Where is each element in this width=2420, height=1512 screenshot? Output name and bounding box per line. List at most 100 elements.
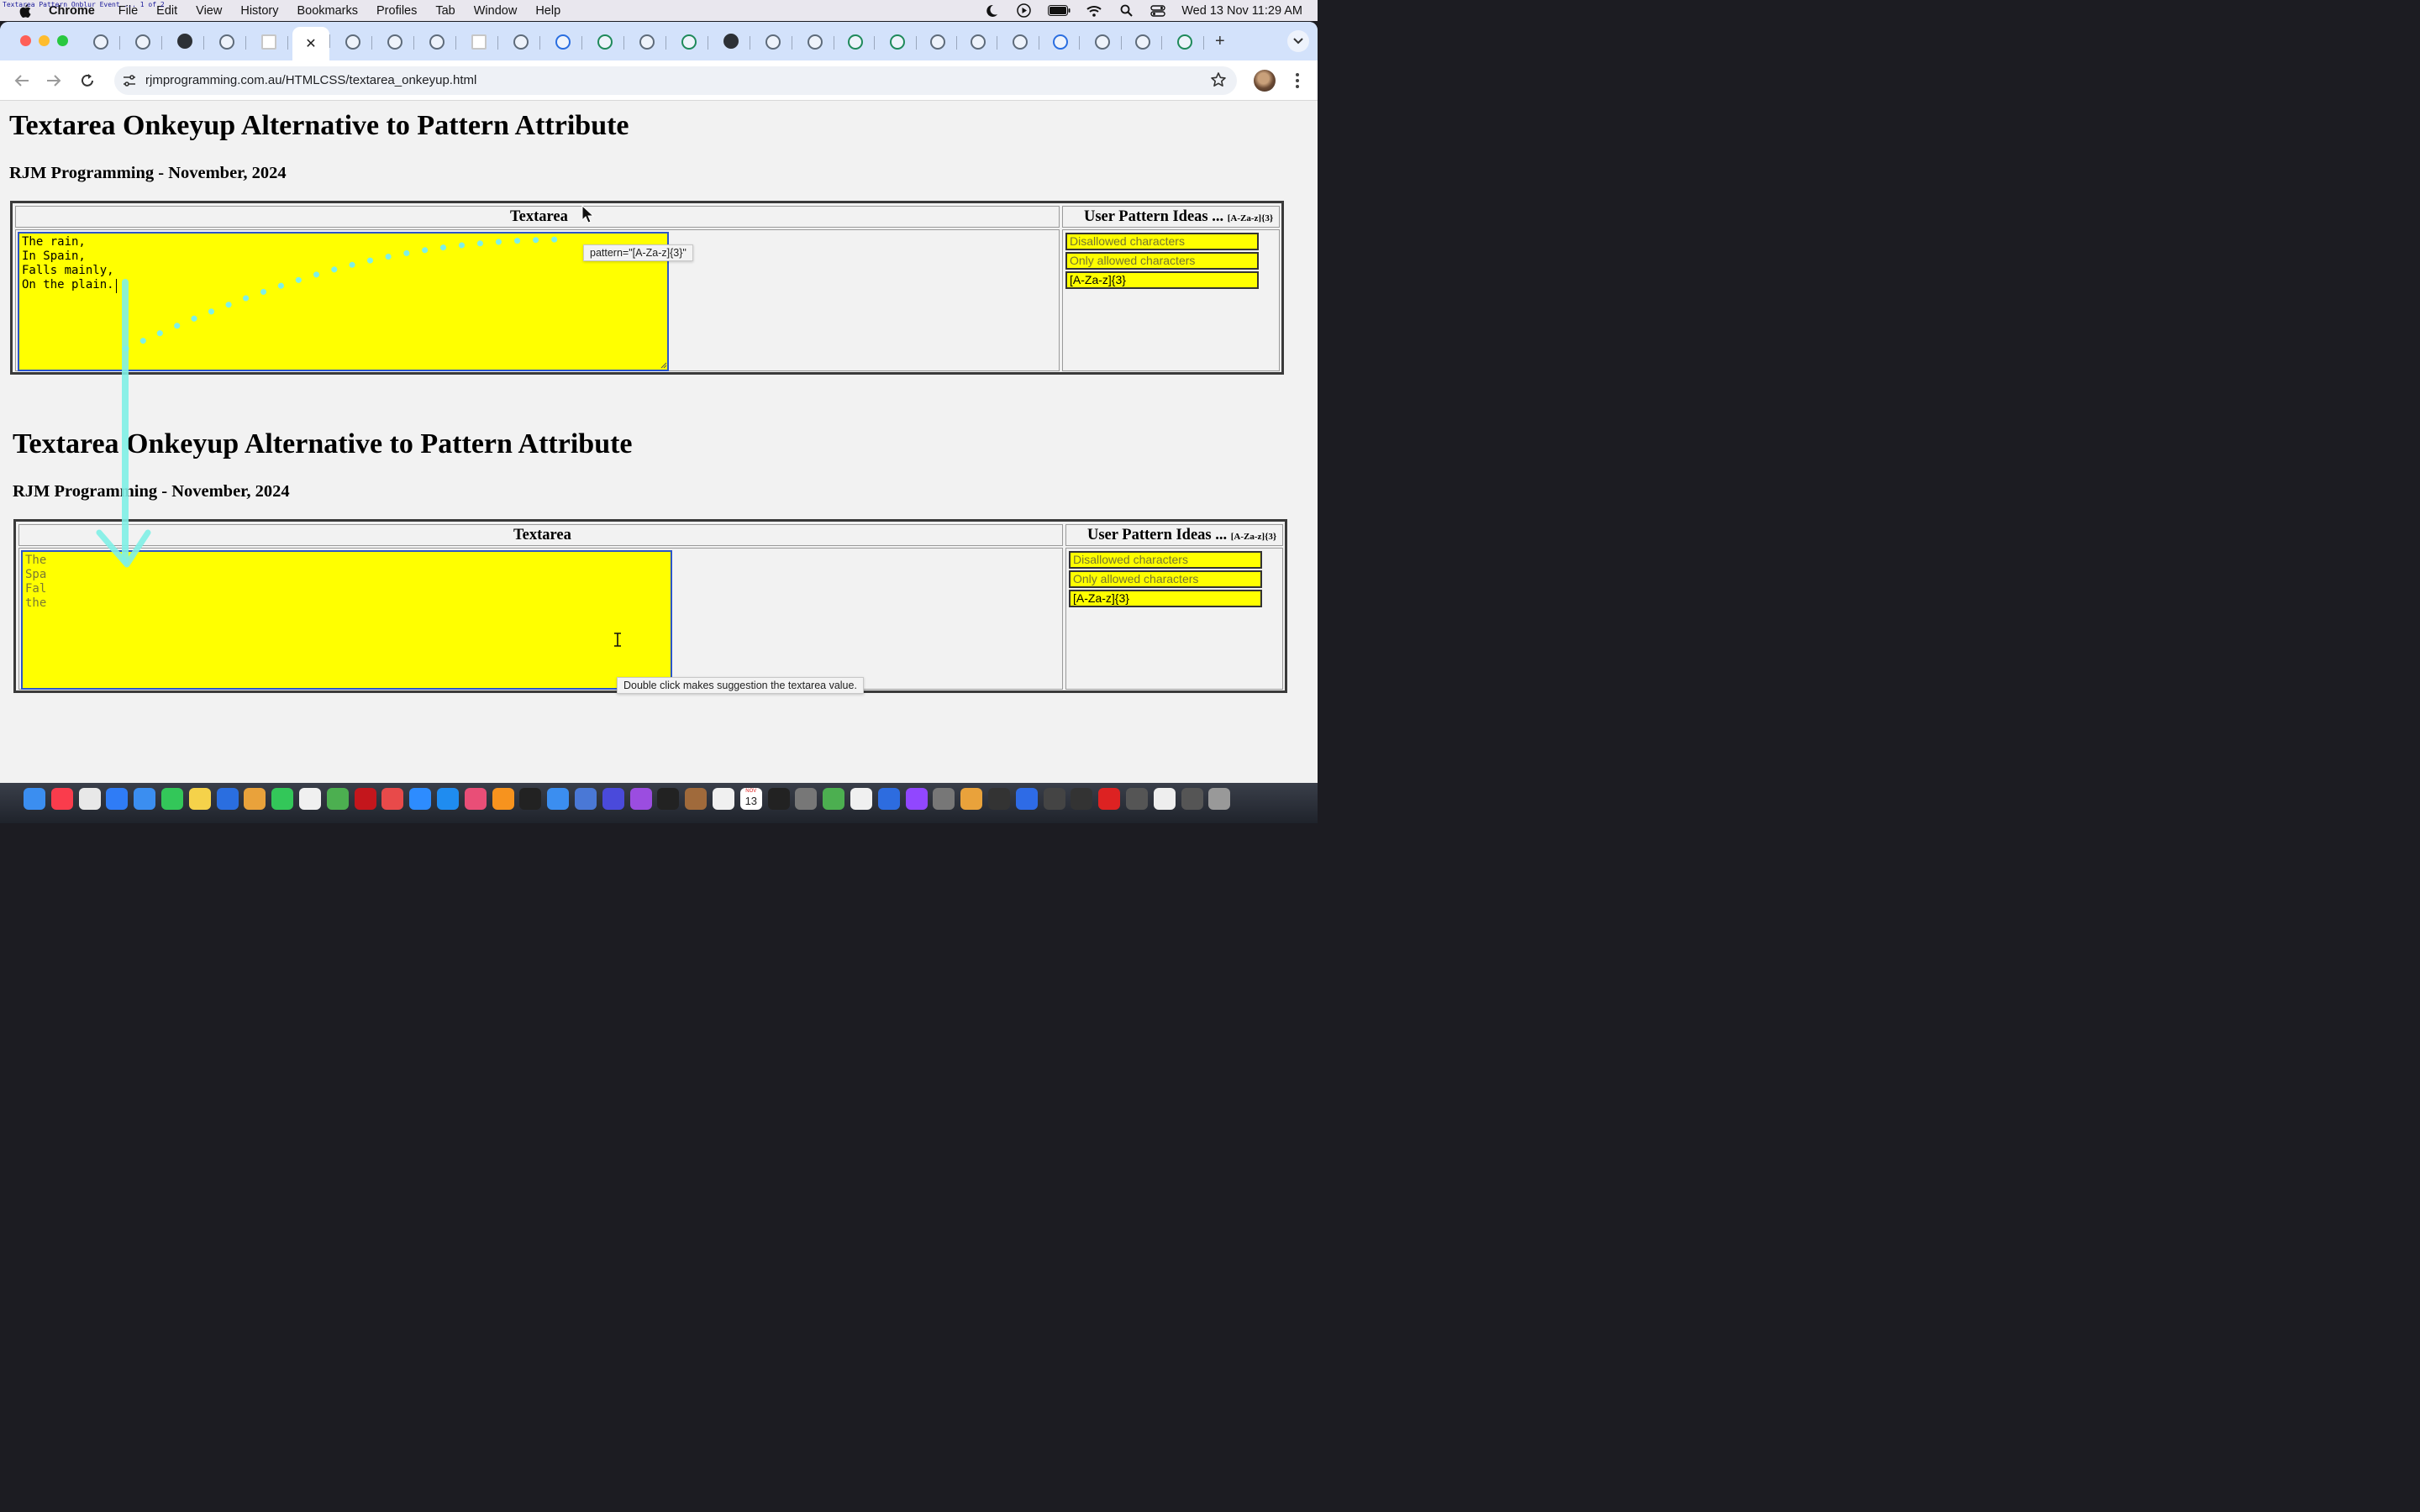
dock-app-icon[interactable]: [106, 788, 129, 810]
menu-help[interactable]: Help: [535, 4, 560, 18]
textarea-resize-grip-icon[interactable]: [660, 362, 667, 369]
tab-7[interactable]: [376, 29, 414, 55]
dock-app-icon[interactable]: [767, 788, 790, 810]
dock-app-icon[interactable]: [519, 788, 542, 810]
disallowed-characters-input-2[interactable]: Disallowed characters: [1069, 551, 1262, 569]
tab-1[interactable]: [124, 29, 162, 55]
minimize-window-button[interactable]: [39, 35, 50, 46]
dock-app-icon[interactable]: [850, 788, 872, 810]
dock-app-icon[interactable]: [161, 788, 183, 810]
dock-app-icon[interactable]: [960, 788, 983, 810]
dock-app-icon[interactable]: [657, 788, 680, 810]
pattern-input[interactable]: [A-Za-z]{3}: [1065, 271, 1259, 289]
tab-2[interactable]: [166, 29, 204, 55]
dock-app-icon[interactable]: [1015, 788, 1038, 810]
dock-app-icon[interactable]: [381, 788, 404, 810]
dock-app-icon[interactable]: [134, 788, 156, 810]
tab-26[interactable]: [1166, 29, 1204, 55]
tab-10[interactable]: [502, 29, 540, 55]
dock-app-icon[interactable]: [437, 788, 459, 810]
only-allowed-characters-input[interactable]: Only allowed characters: [1065, 252, 1259, 270]
dock-app-icon[interactable]: [50, 788, 73, 810]
dock-app-icon[interactable]: [877, 788, 900, 810]
dock-app-icon[interactable]: [78, 788, 101, 810]
tab-13[interactable]: [629, 29, 666, 55]
tab-25[interactable]: [1124, 29, 1162, 55]
zoom-window-button[interactable]: [57, 35, 68, 46]
tab-17[interactable]: [797, 29, 834, 55]
dock-app-icon[interactable]: NOV 13: [739, 788, 762, 810]
dock-app-icon[interactable]: [326, 788, 349, 810]
spotlight-search-icon[interactable]: [1118, 4, 1134, 18]
dock-app-icon[interactable]: [602, 788, 624, 810]
bookmark-star-icon[interactable]: [1210, 71, 1227, 92]
menu-window[interactable]: Window: [474, 4, 518, 18]
tab-6[interactable]: [334, 29, 372, 55]
close-tab-icon[interactable]: ✕: [305, 35, 316, 52]
dock-app-icon[interactable]: [933, 788, 955, 810]
menubar-clock[interactable]: Wed 13 Nov 11:29 AM: [1181, 4, 1302, 18]
menu-tab[interactable]: Tab: [435, 4, 455, 18]
dock-app-icon[interactable]: [1208, 788, 1231, 810]
dock-app-icon[interactable]: [823, 788, 845, 810]
dock-app-icon[interactable]: [905, 788, 928, 810]
poem-textarea[interactable]: The rain, In Spain, Falls mainly, On the…: [18, 232, 669, 371]
url-text[interactable]: rjmprogramming.com.au/HTMLCSS/textarea_o…: [145, 73, 476, 87]
dock-app-icon[interactable]: [244, 788, 266, 810]
dock-app-icon[interactable]: [575, 788, 597, 810]
tab-16[interactable]: [755, 29, 792, 55]
menu-view[interactable]: View: [196, 4, 222, 18]
dock-app-icon[interactable]: [492, 788, 514, 810]
battery-icon[interactable]: [1047, 4, 1071, 18]
site-settings-icon[interactable]: [121, 72, 138, 89]
dock-app-icon[interactable]: [188, 788, 211, 810]
dock-app-icon[interactable]: [1071, 788, 1093, 810]
address-bar[interactable]: rjmprogramming.com.au/HTMLCSS/textarea_o…: [114, 66, 1237, 95]
dock-app-icon[interactable]: [299, 788, 321, 810]
profile-avatar[interactable]: [1254, 70, 1276, 92]
forward-arrow-icon[interactable]: [44, 71, 64, 91]
dock-app-icon[interactable]: [464, 788, 487, 810]
dock-app-icon[interactable]: [271, 788, 294, 810]
reload-icon[interactable]: [77, 71, 97, 91]
wifi-icon[interactable]: [1086, 4, 1102, 18]
close-window-button[interactable]: [20, 35, 31, 46]
tab-20[interactable]: [919, 29, 957, 55]
tab-9[interactable]: [460, 29, 498, 55]
dock-app-icon[interactable]: [24, 788, 45, 810]
tab-11[interactable]: [544, 29, 582, 55]
new-tab-button[interactable]: +: [1215, 32, 1225, 51]
dock-app-icon[interactable]: [216, 788, 239, 810]
tab-4[interactable]: [250, 29, 288, 55]
menu-history[interactable]: History: [240, 4, 278, 18]
focus-moon-icon[interactable]: [983, 4, 1000, 18]
dock-app-icon[interactable]: [1153, 788, 1176, 810]
back-arrow-icon[interactable]: [12, 71, 32, 91]
only-allowed-characters-input-2[interactable]: Only allowed characters: [1069, 570, 1262, 588]
tab-24[interactable]: [1084, 29, 1122, 55]
tab-22[interactable]: [1002, 29, 1039, 55]
dock-app-icon[interactable]: [547, 788, 570, 810]
tab-0[interactable]: [82, 29, 120, 55]
tab-12[interactable]: [587, 29, 624, 55]
menu-bookmarks[interactable]: Bookmarks: [297, 4, 358, 18]
dock-app-icon[interactable]: [409, 788, 432, 810]
dock-app-icon[interactable]: [713, 788, 734, 810]
tab-18[interactable]: [837, 29, 875, 55]
menu-profiles[interactable]: Profiles: [376, 4, 417, 18]
dock-app-icon[interactable]: [685, 788, 708, 810]
dock-app-icon[interactable]: [1126, 788, 1148, 810]
disallowed-characters-input[interactable]: Disallowed characters: [1065, 233, 1259, 250]
dock-app-icon[interactable]: [629, 788, 652, 810]
dock-app-icon[interactable]: [354, 788, 376, 810]
dock-app-icon[interactable]: [1181, 788, 1203, 810]
chrome-menu-icon[interactable]: [1290, 71, 1305, 91]
tab-search-chevron-icon[interactable]: [1287, 30, 1309, 52]
tab-15[interactable]: [713, 29, 750, 55]
tab-active[interactable]: ✕: [292, 27, 330, 60]
tab-8[interactable]: [418, 29, 456, 55]
tab-3[interactable]: [208, 29, 246, 55]
tab-21[interactable]: [960, 29, 997, 55]
control-center-icon[interactable]: [1150, 4, 1166, 18]
dock-app-icon[interactable]: [1043, 788, 1065, 810]
